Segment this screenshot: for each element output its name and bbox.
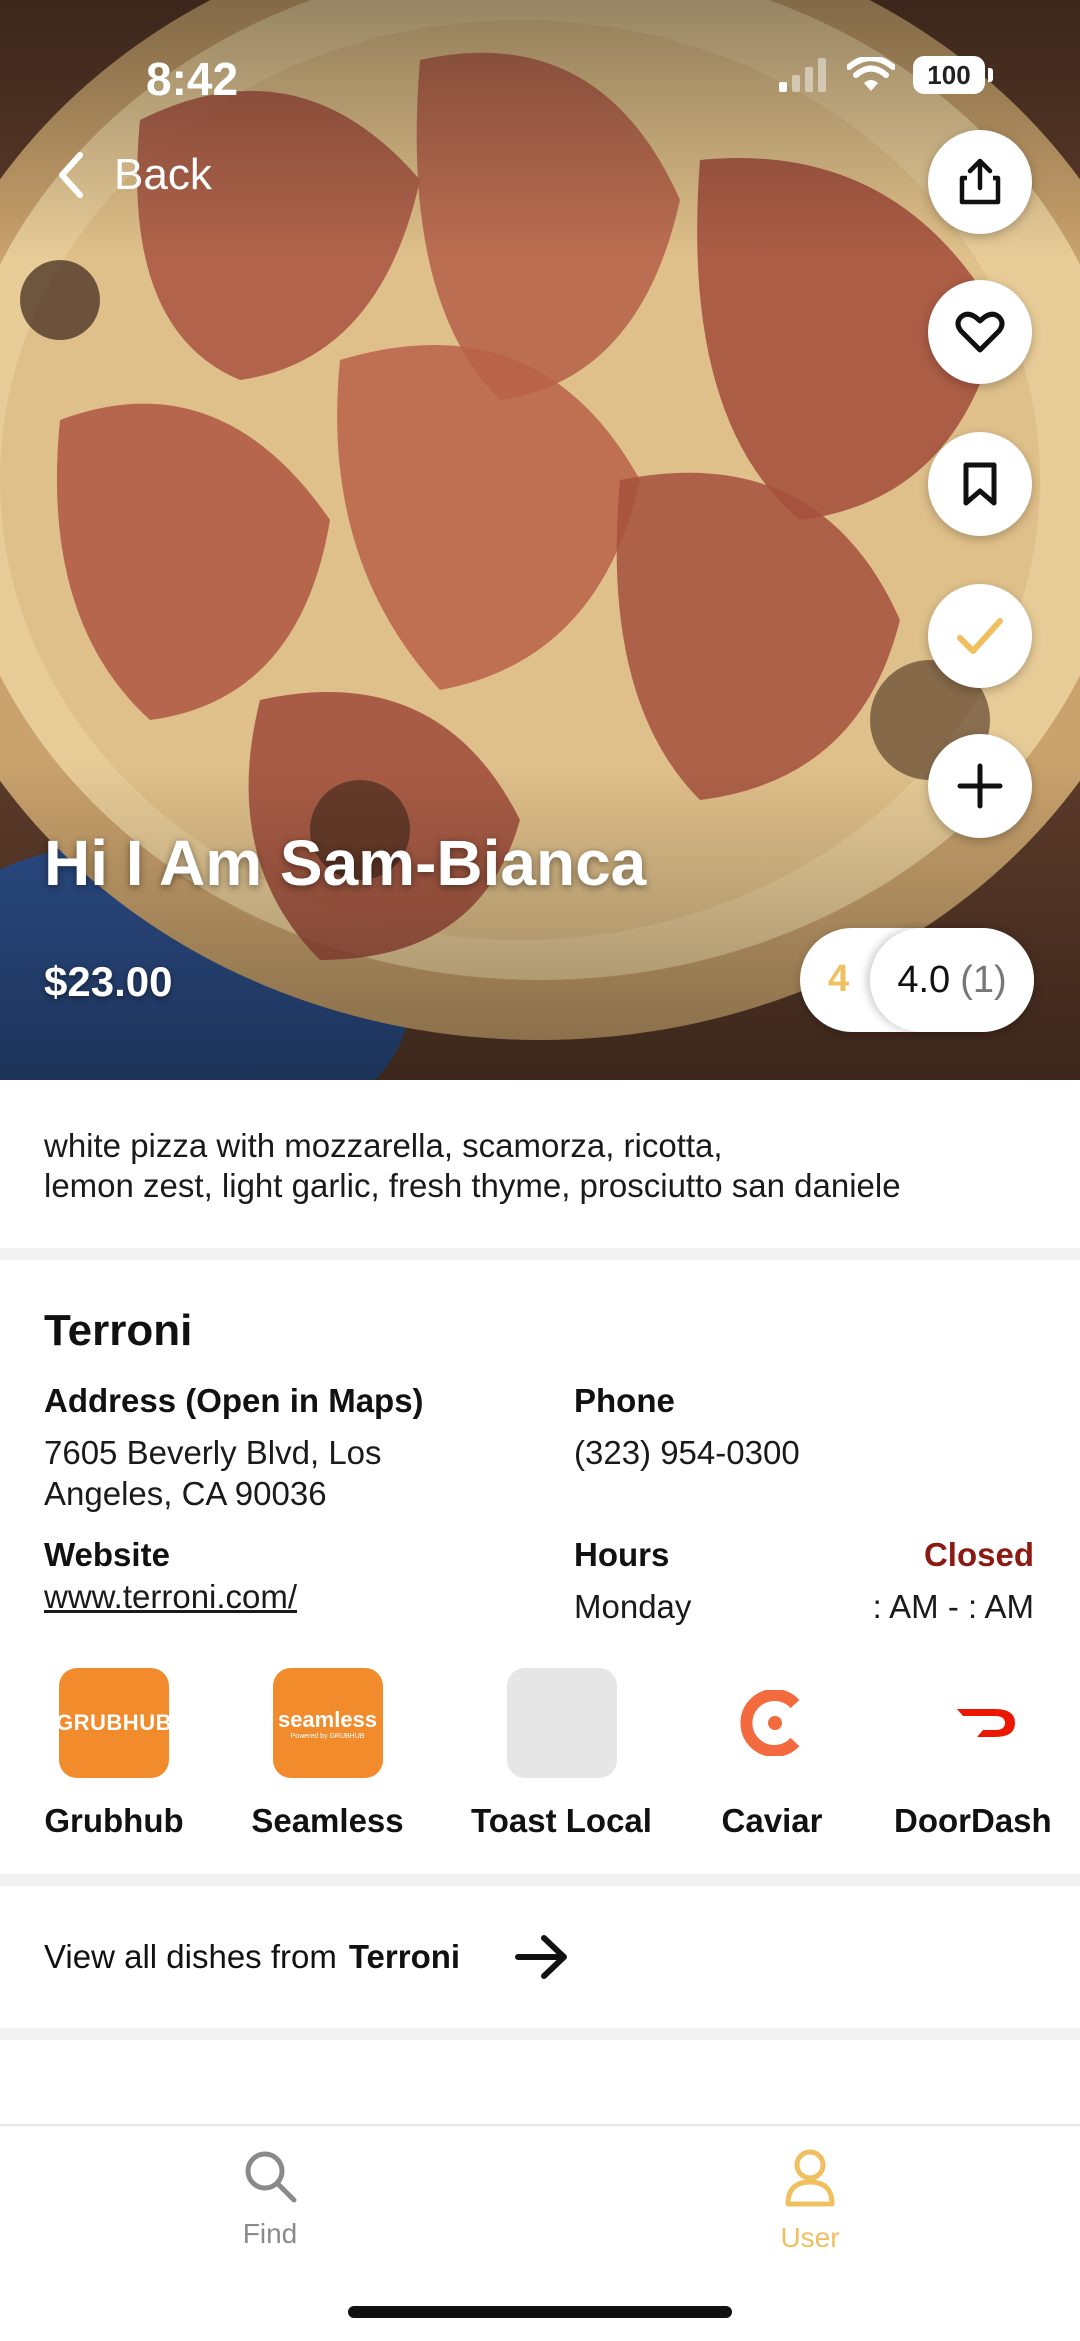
hours-range: : AM - : AM xyxy=(872,1588,1034,1625)
dish-photo: 8:42 100 Back Hi I Am Sam-Bianca $23.00 … xyxy=(0,0,1080,1080)
share-icon xyxy=(959,158,1001,205)
cellular-signal-icon xyxy=(779,58,826,92)
delivery-toast-local[interactable]: Toast Local xyxy=(460,1668,663,1840)
address-line-1: 7605 Beverly Blvd, Los xyxy=(44,1434,382,1471)
doordash-logo-icon xyxy=(932,1668,1042,1778)
view-all-prefix: View all dishes from xyxy=(44,1938,337,1975)
description-line-2: lemon zest, light garlic, fresh thyme, p… xyxy=(44,1167,901,1204)
delivery-name: Toast Local xyxy=(471,1802,652,1839)
toast-local-logo-icon xyxy=(506,1668,617,1778)
checkmark-icon xyxy=(957,618,1003,654)
description-line-1: white pizza with mozzarella, scamorza, r… xyxy=(44,1127,723,1164)
delivery-seamless[interactable]: seamless Powered by GRUBHUB Seamless xyxy=(240,1668,415,1840)
address-line-2: Angeles, CA 90036 xyxy=(44,1475,327,1512)
user-icon xyxy=(785,2149,835,2207)
chevron-left-icon xyxy=(59,152,83,198)
status-icons: 100 xyxy=(779,56,993,94)
tab-find[interactable]: Find xyxy=(170,2148,370,2250)
delivery-doordash[interactable]: DoorDash xyxy=(892,1668,1080,1840)
share-button[interactable] xyxy=(928,130,1032,234)
status-bar: 8:42 100 xyxy=(0,0,1080,150)
seamless-logo-icon: seamless Powered by GRUBHUB xyxy=(272,1668,383,1778)
open-status-badge: Closed xyxy=(923,1536,1034,1573)
status-time: 8:42 xyxy=(146,53,239,105)
delivery-caviar[interactable]: Caviar xyxy=(711,1668,833,1840)
search-icon xyxy=(245,2151,297,2203)
favorite-button[interactable] xyxy=(928,280,1032,384)
heart-icon xyxy=(955,311,1005,353)
average-rating: 4.0 (1) xyxy=(870,928,1034,1032)
tried-button[interactable] xyxy=(928,584,1032,688)
section-divider xyxy=(0,1874,1080,1886)
bookmark-button[interactable] xyxy=(928,432,1032,536)
dish-title: Hi I Am Sam-Bianca xyxy=(44,827,647,899)
hours-day: Monday xyxy=(574,1588,692,1625)
bookmark-icon xyxy=(963,462,997,506)
view-all-restaurant: Terroni xyxy=(348,1938,461,1975)
website-label: Website xyxy=(44,1536,170,1573)
delivery-grubhub[interactable]: GRUBHUB Grubhub xyxy=(30,1668,198,1840)
add-button[interactable] xyxy=(928,734,1032,838)
caviar-logo-icon xyxy=(717,1668,827,1778)
section-divider xyxy=(0,1248,1080,1260)
delivery-name: DoorDash xyxy=(894,1802,1052,1839)
delivery-name: Grubhub xyxy=(44,1802,184,1839)
my-rating: 4 xyxy=(828,958,850,1000)
phone-value[interactable]: (323) 954-0300 xyxy=(574,1432,800,1473)
address-value[interactable]: 7605 Beverly Blvd, Los Angeles, CA 90036 xyxy=(44,1432,382,1514)
rating-count: (1) xyxy=(960,958,1007,1001)
address-label[interactable]: Address (Open in Maps) xyxy=(44,1382,424,1420)
restaurant-name[interactable]: Terroni xyxy=(44,1306,192,1356)
phone-label: Phone xyxy=(574,1382,675,1419)
seamless-logo-text: seamless xyxy=(277,1706,378,1732)
website-link[interactable]: www.terroni.com/ xyxy=(44,1576,297,1617)
section-divider xyxy=(0,2028,1080,2040)
delivery-name: Caviar xyxy=(721,1802,823,1839)
back-label: Back xyxy=(114,150,212,199)
seamless-logo-subtext: Powered by GRUBHUB xyxy=(290,1732,365,1740)
tab-user[interactable]: User xyxy=(710,2148,910,2254)
arrow-right-icon xyxy=(515,1935,568,1979)
dish-price: $23.00 xyxy=(44,958,173,1005)
hours-label: Hours xyxy=(574,1536,670,1573)
back-button[interactable]: Back xyxy=(56,150,212,200)
tab-label: Find xyxy=(242,2218,298,2249)
delivery-name: Seamless xyxy=(251,1802,404,1839)
average-rating-value: 4.0 xyxy=(897,958,951,1001)
battery-indicator: 100 xyxy=(913,56,993,94)
grubhub-logo-icon: GRUBHUB xyxy=(56,1668,171,1778)
view-all-dishes-link[interactable]: View all dishes from Terroni xyxy=(44,1934,570,1980)
tab-label: User xyxy=(780,2222,840,2253)
home-indicator[interactable] xyxy=(348,2306,732,2318)
plus-icon xyxy=(957,763,1003,809)
rating-pill[interactable]: 4 4.0 (1) xyxy=(800,928,1034,1032)
dish-description: white pizza with mozzarella, scamorza, r… xyxy=(44,1126,1044,1206)
wifi-icon xyxy=(847,57,895,91)
delivery-services: GRUBHUB Grubhub seamless Powered by GRUB… xyxy=(0,1668,1080,1848)
